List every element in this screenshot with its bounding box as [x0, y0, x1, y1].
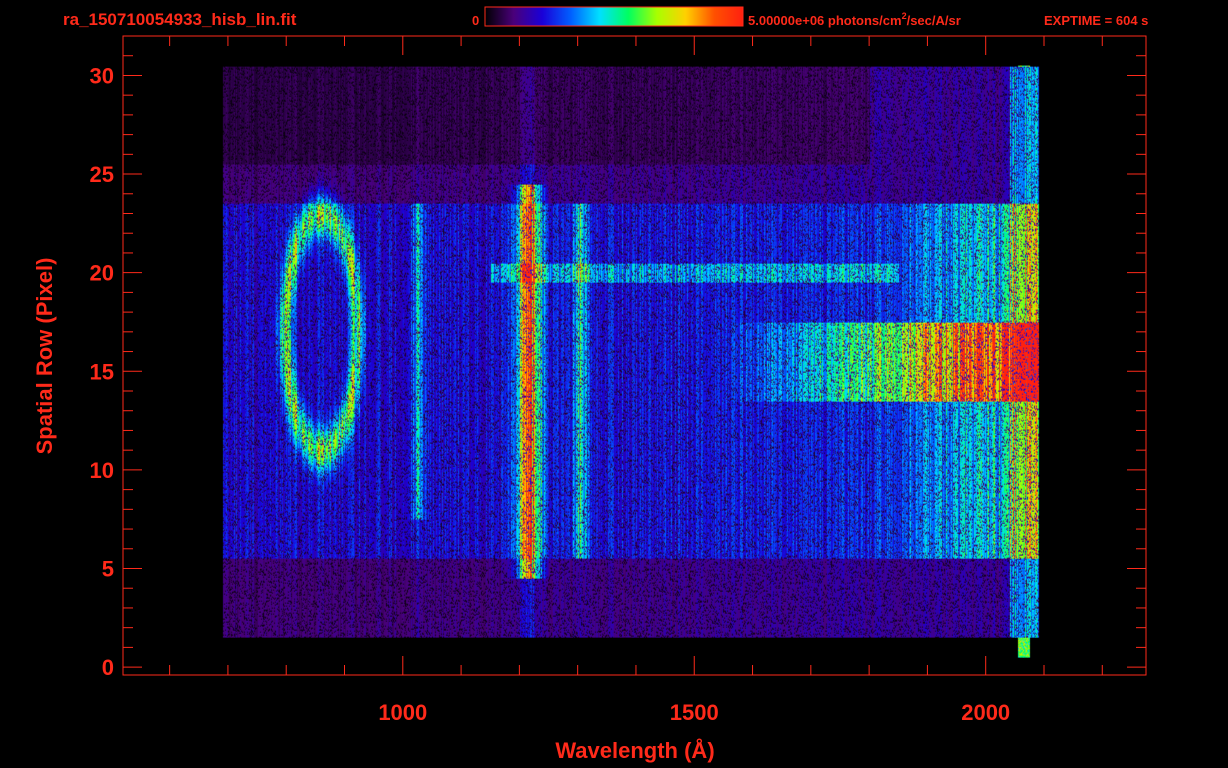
y-tick-label: 20 [90, 261, 114, 286]
y-tick-label: 30 [90, 63, 114, 88]
heatmap-raster [210, 65, 1041, 675]
y-tick-label: 25 [90, 162, 114, 187]
colorbar-unit-main: 5.00000e+06 photons/cm [748, 13, 902, 28]
chart-title: ra_150710054933_hisb_lin.fit [63, 10, 297, 29]
x-tick-label: 1000 [378, 700, 427, 725]
exptime-label: EXPTIME = 604 s [1044, 13, 1148, 28]
y-tick-label: 5 [102, 557, 114, 582]
y-tick-label: 10 [90, 458, 114, 483]
y-axis-label: Spatial Row (Pixel) [32, 258, 57, 455]
heatmap-image [210, 65, 1041, 675]
colorbar-unit-suffix: /sec/A/sr [907, 13, 961, 28]
x-tick-label: 2000 [961, 700, 1010, 725]
x-axis-label: Wavelength (Å) [555, 737, 714, 763]
colorbar-max-label: 5.00000e+06 photons/cm2/sec/A/sr [748, 11, 961, 28]
colorbar-min-label: 0 [472, 13, 479, 28]
spectrum-chart: ra_150710054933_hisb_lin.fit 0 5.00000e+… [0, 0, 1228, 768]
y-tick-label: 0 [102, 655, 114, 680]
colorbar [484, 6, 744, 27]
y-tick-label: 15 [90, 359, 114, 384]
x-tick-label: 1500 [670, 700, 719, 725]
